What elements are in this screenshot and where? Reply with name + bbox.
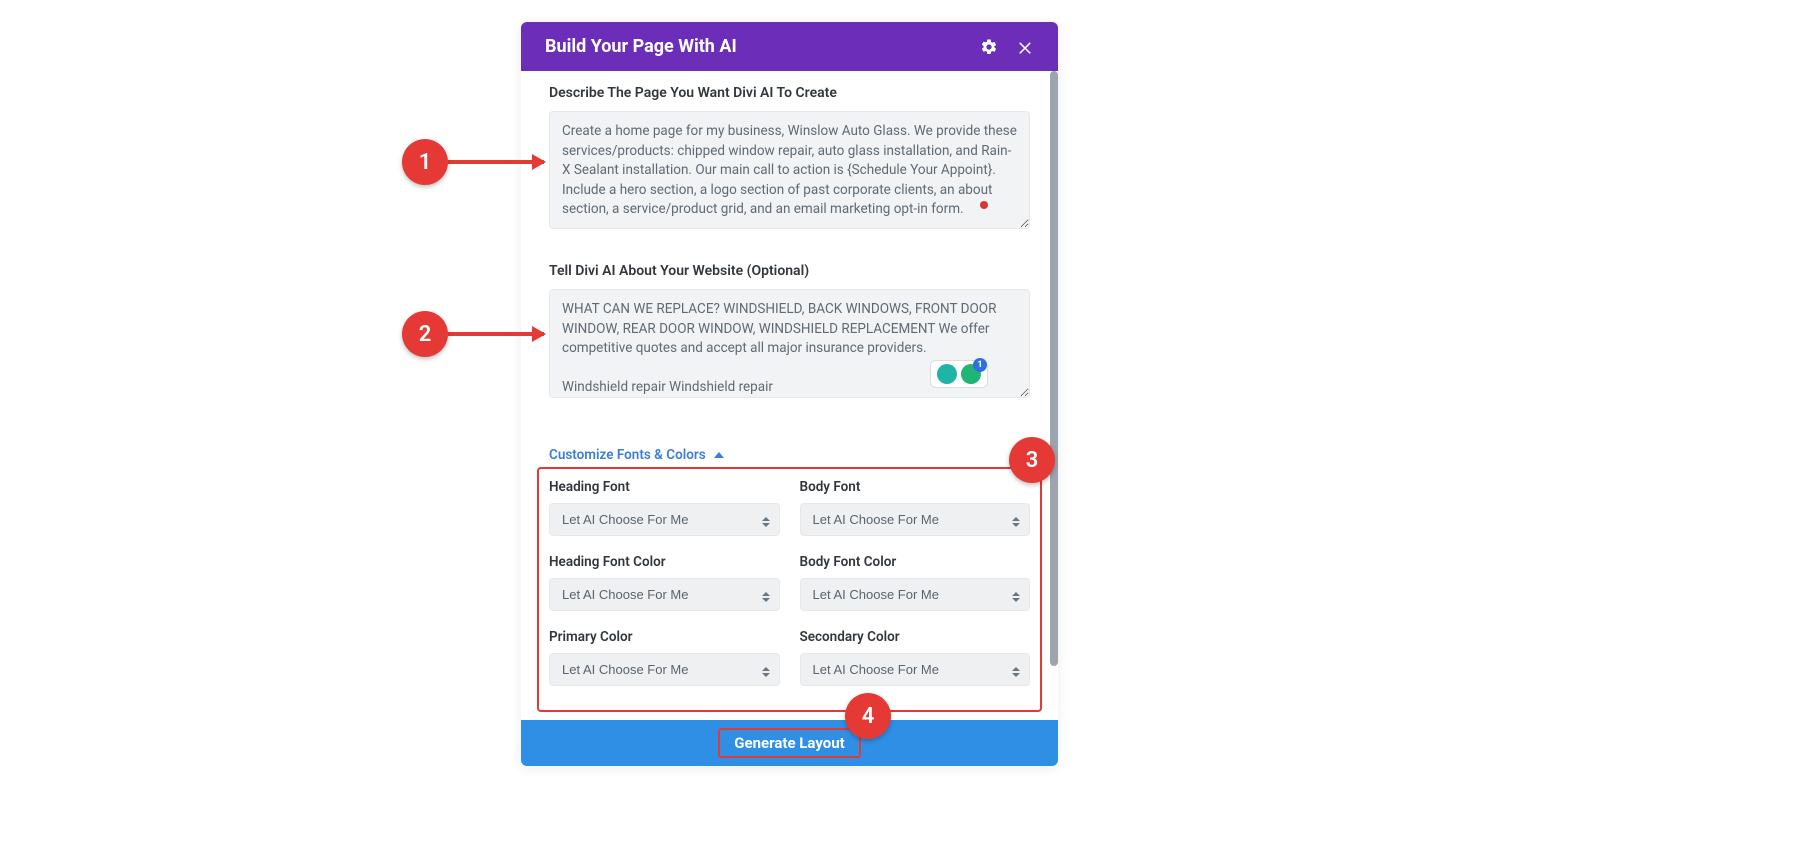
describe-label: Describe The Page You Want Divi AI To Cr… (549, 85, 1030, 101)
settings-button[interactable] (980, 38, 998, 56)
caret-up-icon (714, 452, 724, 458)
annotation-circle-1: 1 (402, 139, 448, 185)
secondary-color-label: Secondary Color (800, 629, 1031, 645)
annotation-arrow-1 (448, 160, 544, 164)
select-caret-icon (1012, 592, 1020, 602)
primary-color-select[interactable]: Let AI Choose For Me (549, 653, 780, 686)
modal-header: Build Your Page With AI (521, 22, 1058, 71)
annotation-circle-4: 4 (845, 693, 891, 739)
modal-title: Build Your Page With AI (545, 36, 737, 57)
body-font-color-field: Body Font Color Let AI Choose For Me (800, 554, 1031, 611)
website-label: Tell Divi AI About Your Website (Optiona… (549, 263, 1030, 279)
annotation-circle-3: 3 (1009, 437, 1055, 483)
modal-body: Describe The Page You Want Divi AI To Cr… (521, 71, 1058, 720)
select-caret-icon (1012, 667, 1020, 677)
heading-font-color-select[interactable]: Let AI Choose For Me (549, 578, 780, 611)
website-textarea-wrap (549, 289, 1030, 402)
body-font-color-select[interactable]: Let AI Choose For Me (800, 578, 1031, 611)
annotation-circle-2: 2 (402, 311, 448, 357)
scroll-area: Describe The Page You Want Divi AI To Cr… (521, 85, 1058, 720)
describe-textarea-wrap (549, 111, 1030, 233)
grammarly-check-icon (961, 364, 981, 384)
grammarly-tone-icon (937, 364, 957, 384)
customize-fonts-colors-toggle[interactable]: Customize Fonts & Colors (549, 447, 724, 463)
secondary-color-field: Secondary Color Let AI Choose For Me (800, 629, 1031, 686)
body-font-field: Body Font Let AI Choose For Me (800, 479, 1031, 536)
secondary-color-select[interactable]: Let AI Choose For Me (800, 653, 1031, 686)
heading-font-label: Heading Font (549, 479, 780, 495)
scrollbar-thumb[interactable] (1050, 71, 1058, 666)
spellcheck-dot-icon (980, 201, 988, 209)
generate-bar: Generate Layout (521, 720, 1058, 766)
primary-color-field: Primary Color Let AI Choose For Me (549, 629, 780, 686)
close-button[interactable] (1016, 38, 1034, 56)
body-font-color-label: Body Font Color (800, 554, 1031, 570)
gear-icon (980, 38, 998, 56)
body-font-select[interactable]: Let AI Choose For Me (800, 503, 1031, 536)
heading-font-field: Heading Font Let AI Choose For Me (549, 479, 780, 536)
annotation-arrow-2 (448, 332, 544, 336)
generate-layout-button[interactable]: Generate Layout (718, 728, 860, 758)
scrollbar-track[interactable] (1050, 71, 1058, 720)
fonts-colors-panel: Heading Font Let AI Choose For Me Body F… (537, 467, 1042, 712)
heading-font-select[interactable]: Let AI Choose For Me (549, 503, 780, 536)
heading-font-color-field: Heading Font Color Let AI Choose For Me (549, 554, 780, 611)
grammarly-badges[interactable] (930, 360, 988, 388)
modal-header-actions (980, 38, 1034, 56)
select-caret-icon (762, 592, 770, 602)
select-caret-icon (1012, 517, 1020, 527)
select-caret-icon (762, 517, 770, 527)
select-caret-icon (762, 667, 770, 677)
customize-link-label: Customize Fonts & Colors (549, 447, 706, 463)
primary-color-label: Primary Color (549, 629, 780, 645)
fonts-grid: Heading Font Let AI Choose For Me Body F… (549, 479, 1030, 700)
describe-textarea[interactable] (549, 111, 1030, 229)
heading-font-color-label: Heading Font Color (549, 554, 780, 570)
ai-builder-modal: Build Your Page With AI Describe The Pag… (521, 22, 1058, 766)
close-icon (1016, 38, 1034, 56)
body-font-label: Body Font (800, 479, 1031, 495)
